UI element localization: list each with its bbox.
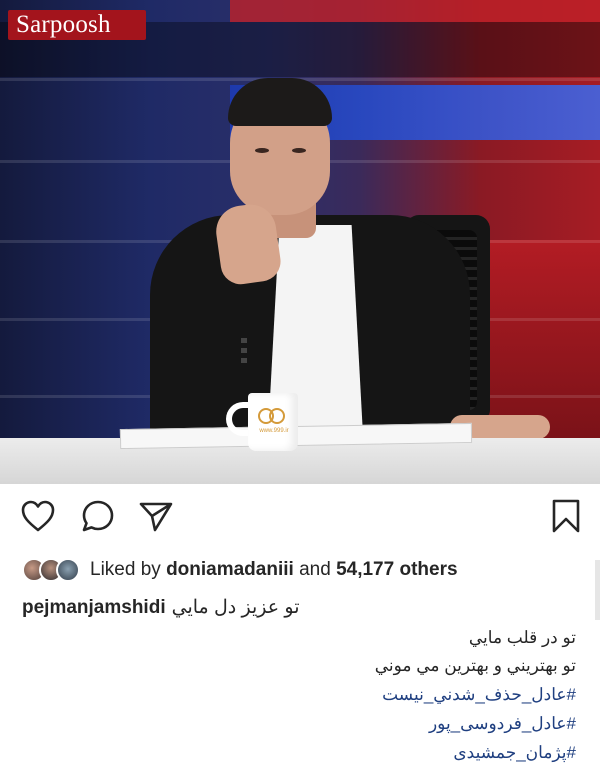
comment-icon [82, 500, 114, 532]
post-image[interactable]: www.999.ir Sarpoosh [0, 0, 600, 484]
watermark-text: Sarpoosh [16, 11, 111, 38]
mug-text: www.999.ir [259, 428, 289, 434]
jacket-buttons [241, 338, 247, 364]
likes-and: and [299, 559, 331, 580]
watermark-logo: Sarpoosh [8, 10, 146, 40]
caption-first-line: pejmanjamshidi تو عزيز دل مايي [22, 596, 300, 619]
caption-line: تو در قلب مايي [468, 628, 576, 647]
presenter-eye [292, 148, 306, 153]
scrollbar[interactable] [595, 560, 600, 620]
likes-row: Liked by doniamadaniii and 54,177 others [22, 556, 580, 584]
caption-username[interactable]: pejmanjamshidi [22, 597, 166, 618]
liker-avatars[interactable] [22, 558, 80, 582]
hashtag-link[interactable]: #عادل_حذف_شدني_نيست [382, 685, 576, 705]
presenter-eye [255, 148, 269, 153]
heart-icon [21, 500, 55, 532]
hashtag-link[interactable]: #پژمان_جمشیدی [453, 743, 576, 763]
comment-button[interactable] [78, 498, 118, 534]
likes-text[interactable]: Liked by doniamadaniii and 54,177 others [90, 559, 458, 581]
caption-line: تو بهتريني و بهترين مي موني [374, 656, 576, 675]
bookmark-icon [552, 499, 580, 533]
likes-prefix: Liked by [90, 559, 161, 580]
liker-username[interactable]: doniamadaniii [166, 559, 294, 580]
like-button[interactable] [18, 498, 58, 534]
send-icon [139, 502, 173, 532]
background-red-band [230, 0, 600, 22]
hashtag-link[interactable]: #عادل_فردوسی_پور [429, 714, 576, 734]
likes-count[interactable]: 54,177 others [336, 559, 457, 580]
mug-logo [258, 408, 288, 424]
avatar[interactable] [56, 558, 80, 582]
save-button[interactable] [546, 498, 586, 534]
action-bar [0, 498, 600, 538]
share-button[interactable] [136, 498, 176, 534]
caption-text: تو عزيز دل مايي [171, 597, 300, 618]
